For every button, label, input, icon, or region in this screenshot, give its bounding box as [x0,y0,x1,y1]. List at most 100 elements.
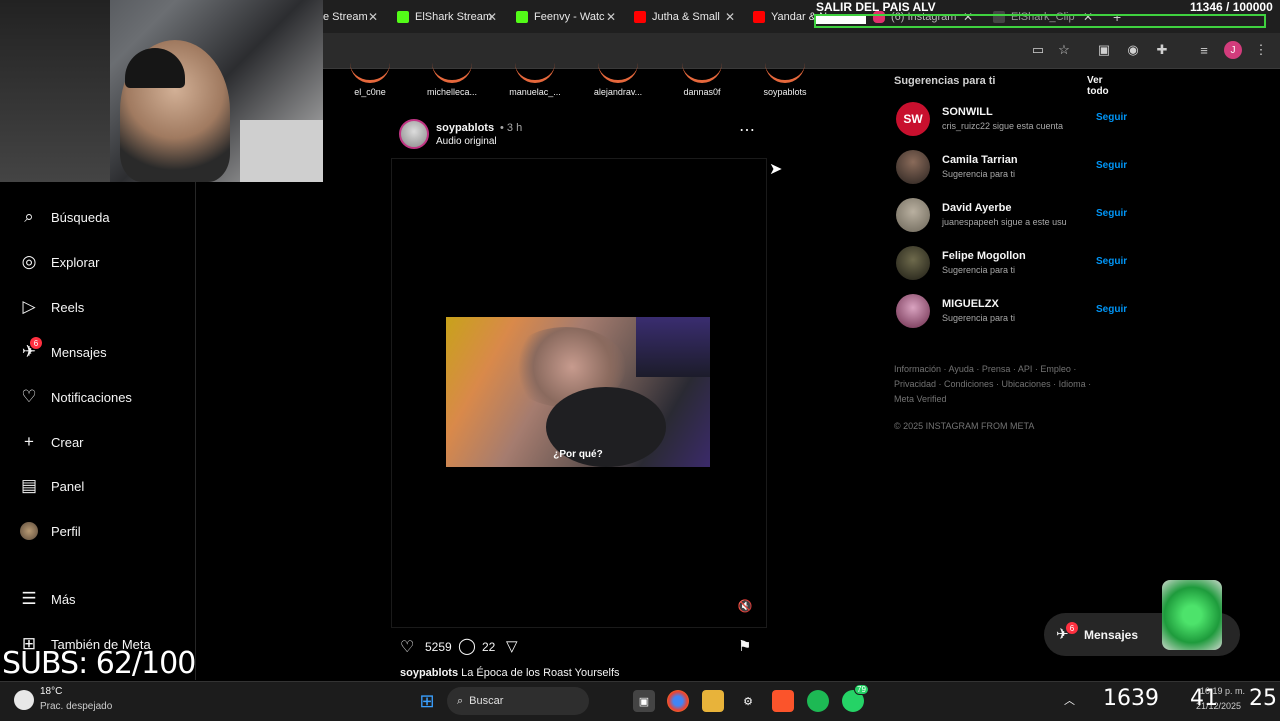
follow-button[interactable]: Seguir [1096,256,1127,267]
story-item[interactable]: manuelac_... [495,60,575,97]
windows-taskbar: 18°C Prac. despejado ⊞ ⌕ Buscar ▣ ⚙ 79 ︿… [0,681,1280,721]
follow-button[interactable]: Seguir [1096,304,1127,315]
story-ring [682,60,722,83]
chart-icon: ▤ [20,476,38,495]
more-menu-icon[interactable]: ⋮ [1252,41,1270,59]
nav-messages[interactable]: ✈ 6 Mensajes [18,337,107,363]
suggestion-subtitle: juanespapeeh sigue a este usu [942,217,1067,227]
comment-icon[interactable]: ◯ [458,636,476,656]
suggestion-avatar[interactable] [896,150,930,184]
suggestion-name[interactable]: SONWILL [942,106,993,118]
suggestion-avatar[interactable] [896,246,930,280]
clock-seconds: 25 [1249,686,1277,711]
post-header: soypablots • 3 h Audio original ⋯ [399,118,765,154]
story-username: el_c0ne [354,87,386,97]
nav-profile[interactable]: Perfil [18,520,81,542]
suggestion-name[interactable]: Camila Tarrian [942,154,1018,166]
chrome-icon[interactable] [667,690,689,712]
avatar-icon [18,520,40,542]
media-icon[interactable]: ≡ [1195,41,1213,59]
nav-explore[interactable]: ◎ Explorar [18,251,100,273]
more-options-icon[interactable]: ⋯ [739,120,755,140]
taskbar-search[interactable]: ⌕ Buscar [447,687,589,715]
goal-counter: 11346 / 100000 [1190,0,1273,14]
caption-username[interactable]: soypablots [400,667,458,679]
story-username: alejandrav... [593,87,643,97]
task-view-icon[interactable]: ▣ [633,690,655,712]
gear-icon[interactable]: ⚙ [737,690,759,712]
nav-more[interactable]: ☰ Más [18,588,75,610]
stream-clock: 1639 41 25 [1103,686,1277,711]
compass-icon: ◎ [21,252,37,271]
suggestion-avatar[interactable] [896,198,930,232]
clock-minutes: 41 [1190,686,1218,711]
post-audio[interactable]: Audio original [436,136,497,147]
follow-button[interactable]: Seguir [1096,160,1127,171]
browser-tab[interactable]: e Stream ✕ [323,6,378,28]
windows-start-icon[interactable]: ⊞ [416,690,438,712]
nav-panel[interactable]: ▤ Panel [18,475,84,497]
notification-badge: 6 [30,337,42,349]
extension-icon[interactable]: ◉ [1124,41,1142,59]
profile-avatar[interactable]: J [1224,41,1242,59]
mute-icon[interactable]: 🔇 [736,597,754,615]
puzzle-icon[interactable]: ✚ [1153,41,1171,59]
whatsapp-icon[interactable]: 79 [842,684,869,712]
brave-icon[interactable] [772,690,794,712]
story-ring [515,60,555,83]
browser-tab[interactable]: Feenvy - Watc ✕ [516,6,616,28]
folder-icon[interactable] [702,690,724,712]
follow-button[interactable]: Seguir [1096,208,1127,219]
suggestion-subtitle: Sugerencia para ti [942,313,1016,323]
share-icon[interactable]: ▽ [506,637,518,655]
video-frame [446,317,710,467]
nav-notifications[interactable]: ♡ Notificaciones [18,386,132,408]
comment-count: 22 [482,640,496,654]
youtube-icon [634,11,646,23]
caption-text: La Época de los Roast Yourselfs [461,667,620,679]
bookmark-star-icon[interactable]: ☆ [1055,41,1073,59]
cast-icon[interactable]: ▭ [1029,41,1047,59]
kick-icon [397,11,409,23]
mouse-cursor: ➤ [769,161,783,178]
story-item[interactable]: dannas0f [662,60,742,97]
weather-icon[interactable] [14,690,34,710]
suggestion-name[interactable]: Felipe Mogollon [942,250,1026,262]
nav-reels[interactable]: ▷ Reels [18,296,84,318]
extension-icon[interactable]: ▣ [1095,41,1113,59]
post-author-avatar[interactable] [399,119,429,149]
suggestion-item: David Ayerbe juanespapeeh sigue a este u… [896,198,1131,234]
story-item[interactable]: el_c0ne [330,60,410,97]
messenger-icon: ✈ 6 [18,337,42,363]
browser-tab[interactable]: ElShark Stream ✕ [397,6,497,28]
story-item[interactable]: alejandrav... [578,60,658,97]
weather-temp: 18°C [40,686,63,697]
browser-tab[interactable]: Jutha & Small ✕ [634,6,735,28]
messages-pill-label: Mensajes [1084,628,1139,642]
nav-search[interactable]: ⌕ Búsqueda [18,206,109,228]
heart-icon: ♡ [21,387,37,406]
follow-button[interactable]: Seguir [1096,112,1127,123]
suggestion-avatar[interactable] [896,294,930,328]
suggestion-name[interactable]: David Ayerbe [942,202,1012,214]
post-actions: ♡ 5259 ◯ 22 ▽ ⚑ [400,637,766,657]
like-icon[interactable]: ♡ [400,637,414,657]
post-author-username[interactable]: soypablots [436,122,494,134]
suggestion-avatar[interactable]: SW [896,102,930,136]
menu-icon: ☰ [21,589,37,608]
story-item[interactable]: soypablots [745,60,825,97]
weather-desc: Prac. despejado [40,701,113,712]
suggestion-name[interactable]: MIGUELZX [942,298,999,310]
spotify-icon[interactable] [807,690,829,712]
stream-goal-frame [814,14,1266,28]
save-icon[interactable]: ⚑ [738,637,751,655]
sub-goal-jar [1162,580,1222,650]
chevron-up-icon[interactable]: ︿ [1064,692,1075,708]
story-item[interactable]: michelleca... [412,60,492,97]
footer-links[interactable]: Información · Ayuda · Prensa · API · Emp… [894,362,1104,407]
youtube-icon [753,11,765,23]
reels-icon: ▷ [22,297,36,316]
story-username: dannas0f [683,87,721,97]
see-all-link[interactable]: Ver todo [1087,75,1124,97]
nav-create[interactable]: + Crear [18,431,83,453]
